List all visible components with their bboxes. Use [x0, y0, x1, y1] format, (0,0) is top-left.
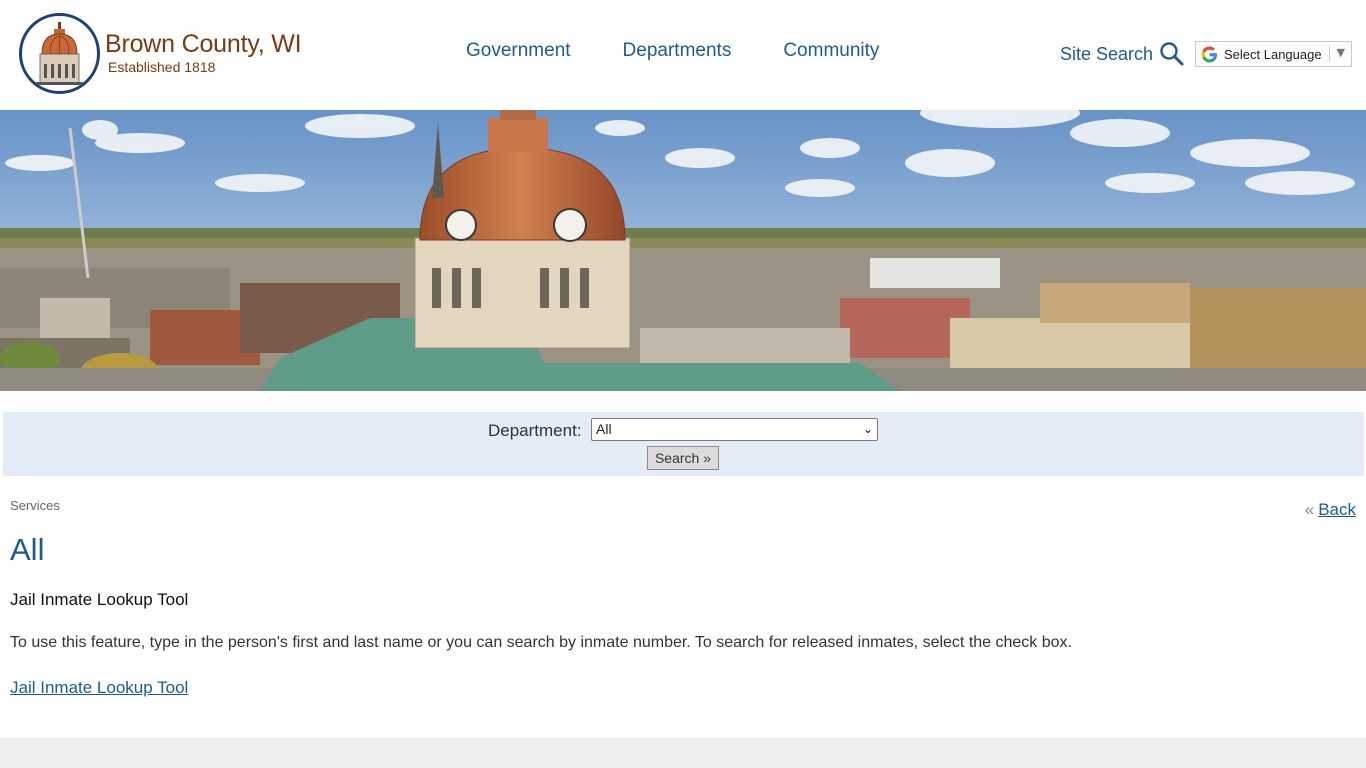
- language-label: Select Language: [1224, 46, 1322, 62]
- site-search-label: Site Search: [1060, 43, 1154, 64]
- site-search-button[interactable]: Site Search: [1060, 41, 1185, 67]
- department-selected-value: All: [596, 421, 612, 437]
- service-link[interactable]: Jail Inmate Lookup Tool: [10, 678, 188, 698]
- department-select[interactable]: All ⌄: [591, 418, 878, 441]
- footer-band: [0, 738, 1366, 768]
- site-name[interactable]: Brown County, WI: [105, 30, 302, 59]
- chevron-down-icon: ⌄: [862, 422, 873, 436]
- nav-departments[interactable]: Departments: [623, 40, 732, 68]
- nav-government[interactable]: Government: [466, 40, 571, 68]
- back-link-label[interactable]: Back: [1318, 500, 1356, 519]
- back-link[interactable]: «Back: [1305, 500, 1356, 520]
- language-select[interactable]: Select Language ▼: [1195, 41, 1352, 67]
- service-title: Jail Inmate Lookup Tool: [10, 590, 189, 609]
- magnifier-icon: [1160, 42, 1184, 66]
- courthouse-seal-icon[interactable]: [19, 13, 100, 94]
- department-filter: Department: All ⌄ Search »: [3, 412, 1364, 476]
- breadcrumb[interactable]: Services: [10, 498, 60, 513]
- service-description: To use this feature, type in the person'…: [10, 634, 1072, 651]
- search-button[interactable]: Search »: [647, 446, 719, 470]
- site-tagline: Established 1818: [108, 59, 216, 75]
- site-header: Brown County, WI Established 1818 Govern…: [0, 0, 1366, 110]
- google-g-icon: [1201, 45, 1218, 63]
- department-label: Department:: [488, 421, 582, 440]
- chevron-down-icon: ▼: [1336, 46, 1345, 59]
- hero-banner-image: [0, 88, 1366, 391]
- main-nav: Government Departments Community: [440, 40, 905, 68]
- nav-community[interactable]: Community: [783, 40, 879, 68]
- page-title: All: [10, 532, 45, 567]
- back-arrow-icon: «: [1304, 500, 1315, 519]
- language-divider: [1329, 46, 1330, 62]
